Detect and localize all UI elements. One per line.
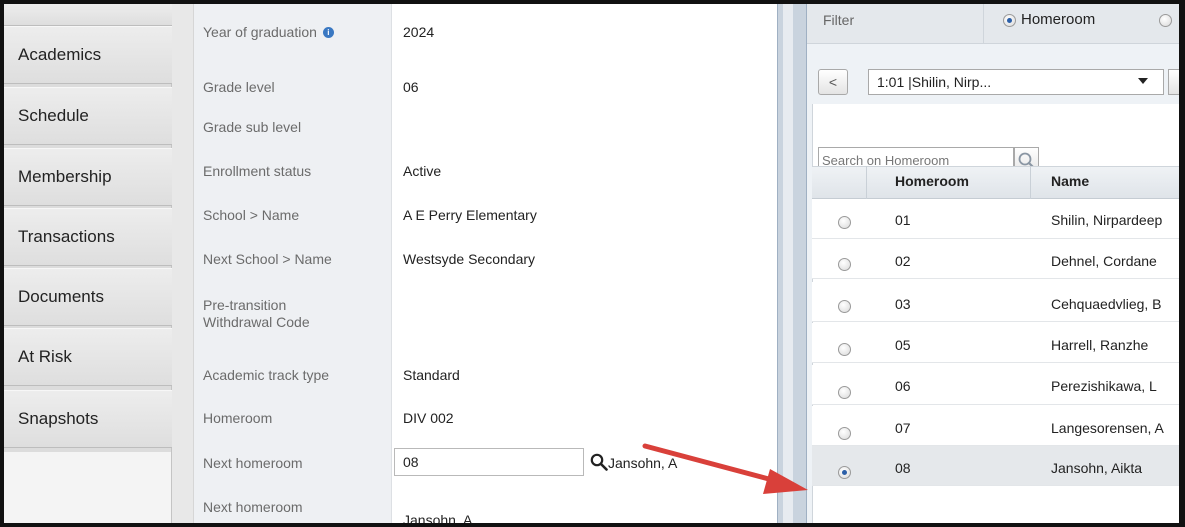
next-homeroom-resolved-name: Jansohn, A — [608, 455, 678, 471]
row-radio[interactable] — [838, 300, 851, 313]
field-value-school-name: A E Perry Elementary — [403, 207, 537, 223]
sidebar-item-snapshots[interactable]: Snapshots — [4, 390, 172, 448]
field-value-homeroom: DIV 002 — [403, 410, 454, 426]
filter-other-radio[interactable] — [1159, 14, 1172, 27]
sidebar-item-transactions[interactable]: Transactions — [4, 208, 172, 266]
row-radio[interactable] — [838, 216, 851, 229]
content-gutter — [172, 4, 194, 523]
next-button[interactable] — [1168, 69, 1180, 95]
field-value-next-school-name: Westsyde Secondary — [403, 251, 536, 267]
field-label-pre-transition-withdrawal-code: Pre-transition Withdrawal Code — [203, 297, 310, 330]
homeroom-cell: 06 — [895, 378, 911, 394]
sidebar-item-label: Snapshots — [18, 409, 99, 428]
field-value-enrollment-status: Active — [403, 163, 442, 179]
field-label-grade-sub-level: Grade sub level — [203, 119, 302, 135]
homeroom-cell: 08 — [895, 460, 911, 476]
sidebar-item-membership[interactable]: Membership — [4, 148, 172, 206]
homeroom-cell: 05 — [895, 337, 911, 353]
field-label-next-homeroom-2: Next homeroom — [203, 499, 303, 515]
sidebar-item-label: Transactions — [18, 227, 115, 246]
filter-bar — [807, 4, 1179, 44]
sidebar-item-label: Membership — [18, 167, 112, 186]
column-header-name[interactable]: Name — [1051, 173, 1089, 189]
sidebar-empty-area — [4, 452, 172, 523]
sidebar-item-label: Academics — [18, 45, 102, 64]
filter-homeroom-radio[interactable] — [1003, 14, 1016, 27]
field-label-homeroom: Homeroom — [203, 410, 273, 426]
next-homeroom-input[interactable]: 08 — [394, 448, 584, 476]
field-label-enrollment-status: Enrollment status — [203, 163, 312, 179]
sidebar-item-academics[interactable]: Academics — [4, 26, 172, 84]
sidebar-item-schedule[interactable]: Schedule — [4, 87, 172, 145]
scrollbar-track[interactable] — [783, 4, 793, 523]
chevron-down-icon[interactable] — [1138, 78, 1148, 84]
row-radio[interactable] — [838, 386, 851, 399]
field-label-year-of-graduation: Year of graduation i — [203, 24, 334, 41]
sidebar-top-cap — [4, 4, 172, 26]
sidebar-item-at-risk[interactable]: At Risk — [4, 328, 172, 386]
name-cell: Perezishikawa, L — [1051, 378, 1157, 394]
field-value-next-homeroom-2: Jansohn, A — [403, 512, 473, 527]
field-label-grade-level: Grade level — [203, 79, 275, 95]
filter-label: Filter — [823, 12, 855, 28]
search-icon[interactable] — [590, 453, 608, 471]
row-radio[interactable] — [838, 343, 851, 356]
homeroom-cell: 07 — [895, 420, 911, 436]
column-divider — [1030, 166, 1031, 199]
field-label-next-homeroom: Next homeroom — [203, 455, 303, 471]
homeroom-cell: 01 — [895, 212, 911, 228]
homeroom-select[interactable]: 1:01 |Shilin, Nirp... — [868, 69, 1164, 95]
sidebar-item-label: At Risk — [18, 347, 72, 366]
sidebar-item-label: Schedule — [18, 106, 89, 125]
row-radio[interactable] — [838, 258, 851, 271]
homeroom-cell: 02 — [895, 253, 911, 269]
name-cell: Shilin, Nirpardeep — [1051, 212, 1163, 228]
column-divider — [866, 166, 867, 199]
row-radio[interactable] — [838, 427, 851, 440]
sidebar-item-documents[interactable]: Documents — [4, 268, 172, 326]
field-value-grade-level: 06 — [403, 79, 419, 95]
table-header — [812, 166, 1179, 199]
filter-option-homeroom[interactable]: Homeroom — [1021, 11, 1095, 28]
info-icon[interactable]: i — [322, 27, 334, 38]
divider — [983, 4, 984, 44]
field-label-school-name: School > Name — [203, 207, 300, 223]
column-header-homeroom[interactable]: Homeroom — [895, 173, 969, 189]
sidebar-item-label: Documents — [18, 287, 104, 306]
field-label-academic-track-type: Academic track type — [203, 367, 330, 383]
homeroom-cell: 03 — [895, 296, 911, 312]
field-label-next-school-name: Next School > Name — [203, 251, 332, 267]
sidebar-nav: Academics Schedule Membership Transactio… — [4, 4, 172, 452]
field-value-academic-track-type: Standard — [403, 367, 460, 383]
name-cell: Dehnel, Cordane — [1051, 253, 1157, 269]
name-cell: Cehquaedvlieg, B — [1051, 296, 1162, 312]
previous-button[interactable]: < — [818, 69, 848, 95]
name-cell: Jansohn, Aikta — [1051, 460, 1143, 476]
field-value-year-of-graduation: 2024 — [403, 24, 435, 40]
name-cell: Langesorensen, A — [1051, 420, 1164, 436]
row-radio-selected[interactable] — [838, 466, 851, 479]
name-cell: Harrell, Ranzhe — [1051, 337, 1149, 353]
